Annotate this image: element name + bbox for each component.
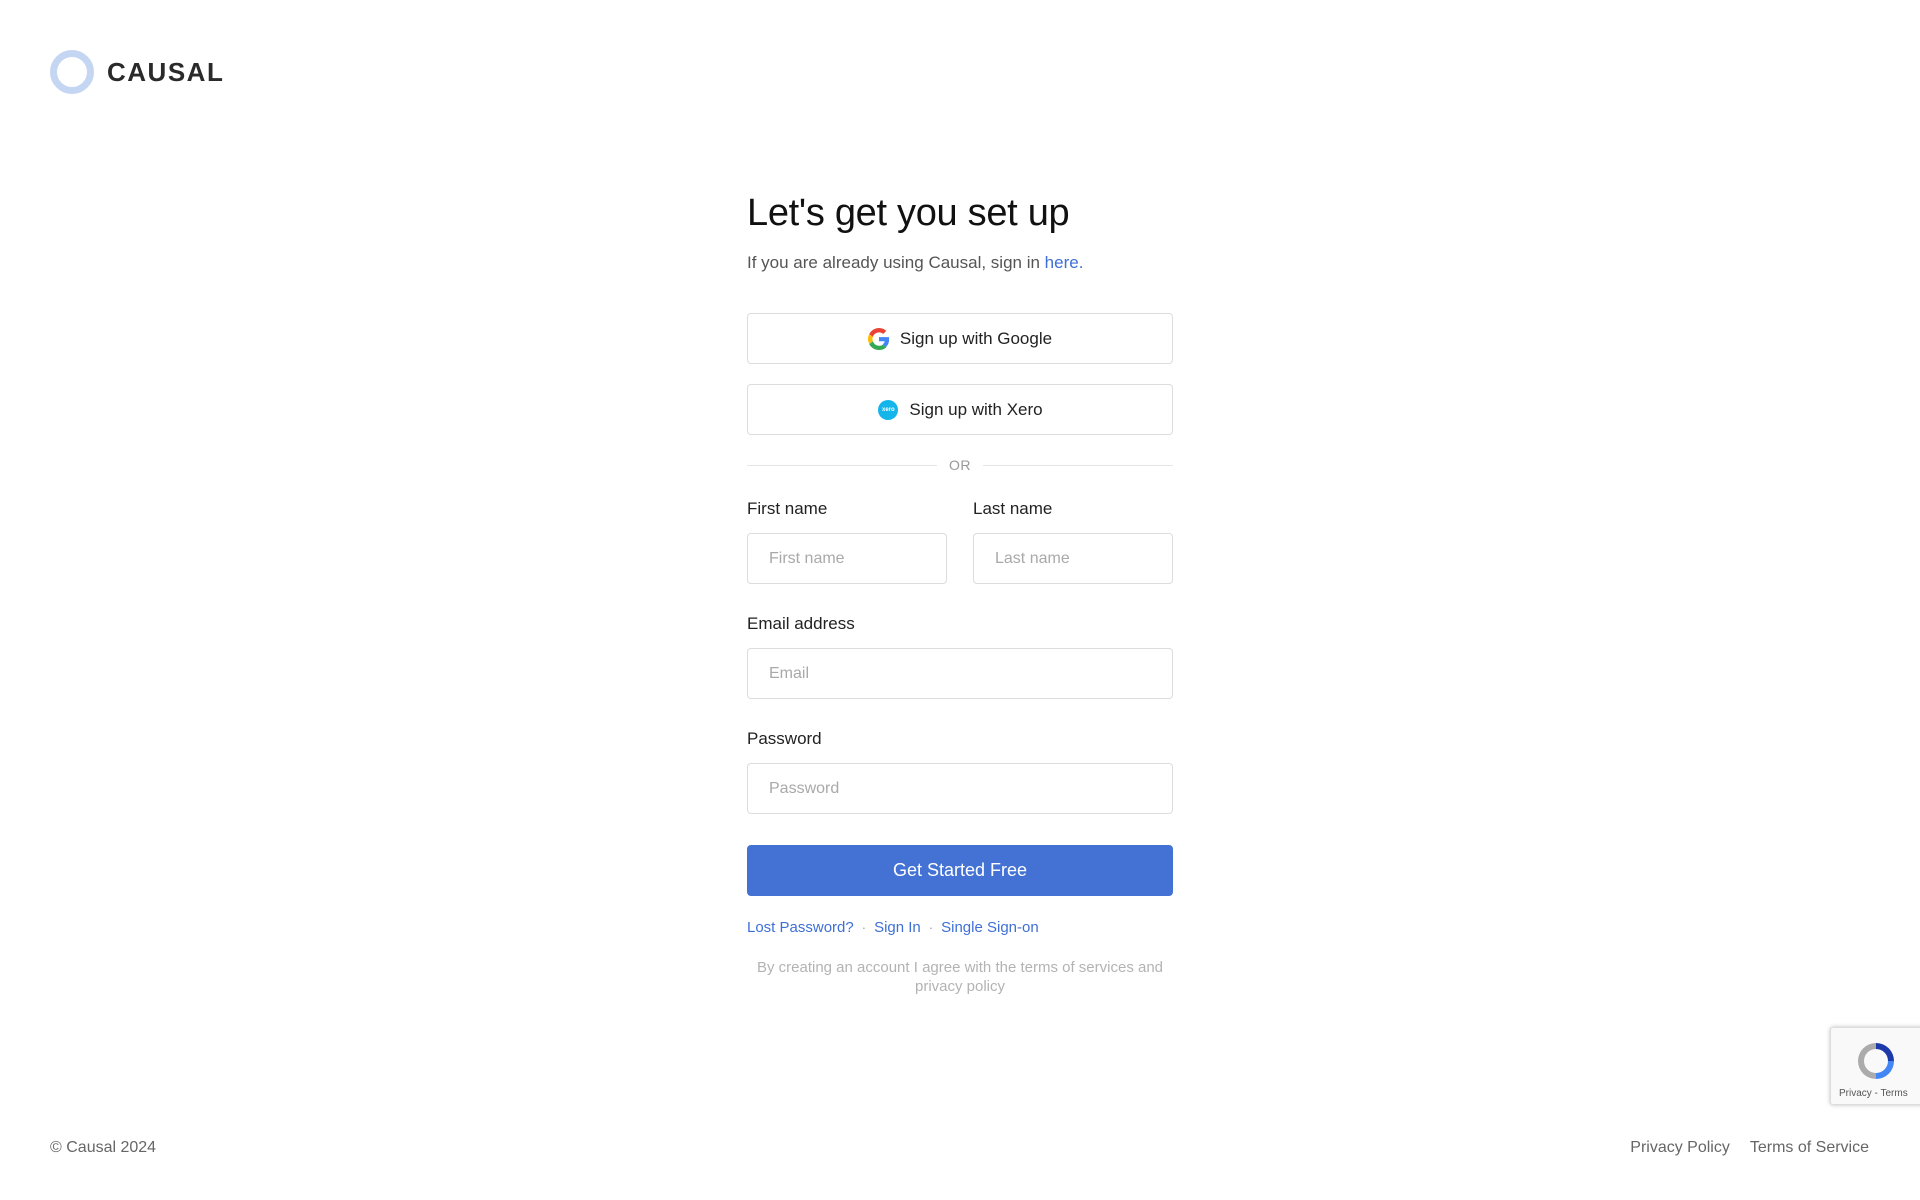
first-name-input[interactable]	[747, 533, 947, 584]
sign-in-link[interactable]: Sign In	[874, 919, 921, 936]
auth-links: Lost Password? · Sign In · Single Sign-o…	[747, 919, 1173, 936]
email-group: Email address	[747, 614, 1173, 699]
google-signup-label: Sign up with Google	[899, 328, 1053, 348]
divider-line-left	[747, 464, 937, 466]
xero-signup-label: Sign up with Xero	[909, 399, 1043, 419]
password-group: Password	[747, 729, 1173, 814]
google-icon	[867, 327, 890, 350]
email-label: Email address	[747, 614, 855, 633]
last-name-input[interactable]	[973, 533, 1173, 584]
link-separator: ·	[928, 920, 934, 935]
divider-line-right	[983, 464, 1173, 466]
subtitle-text: If you are already using Causal, sign in	[747, 253, 1045, 272]
recaptcha-badge[interactable]: Privacy - Terms	[1830, 1027, 1920, 1105]
ring-logo-icon	[50, 50, 94, 94]
email-input[interactable]	[747, 648, 1173, 699]
sign-in-here-link[interactable]: here.	[1045, 253, 1084, 272]
password-label: Password	[747, 729, 822, 748]
xero-icon-text: xero	[878, 399, 899, 420]
link-separator: ·	[861, 920, 867, 935]
divider-label: OR	[949, 457, 971, 473]
name-fields-row: First name Last name	[747, 499, 1173, 584]
brand-name: CAUSAL	[107, 56, 225, 87]
lost-password-link[interactable]: Lost Password?	[747, 919, 854, 936]
first-name-group: First name	[747, 499, 947, 584]
or-divider: OR	[747, 457, 1173, 473]
recaptcha-label: Privacy - Terms	[1839, 1088, 1908, 1099]
recaptcha-icon	[1853, 1038, 1899, 1089]
terms-notice: By creating an account I agree with the …	[756, 959, 1164, 995]
brand-logo[interactable]: CAUSAL	[50, 50, 224, 94]
xero-signup-button[interactable]: xero Sign up with Xero	[747, 384, 1173, 435]
last-name-group: Last name	[973, 499, 1173, 584]
xero-icon: xero	[877, 399, 899, 421]
copyright: © Causal 2024	[50, 1139, 157, 1156]
terms-of-service-link[interactable]: Terms of Service	[1750, 1139, 1869, 1157]
signup-form: Let's get you set up If you are already …	[747, 190, 1173, 996]
get-started-button[interactable]: Get Started Free	[747, 845, 1173, 896]
footer-links: Privacy Policy Terms of Service	[1610, 1139, 1869, 1157]
single-sign-on-link[interactable]: Single Sign-on	[941, 919, 1039, 936]
last-name-label: Last name	[973, 499, 1053, 518]
first-name-label: First name	[747, 499, 828, 518]
privacy-policy-link[interactable]: Privacy Policy	[1630, 1139, 1730, 1157]
password-input[interactable]	[747, 763, 1173, 814]
page-title: Let's get you set up	[747, 192, 1070, 234]
page-subtitle: If you are already using Causal, sign in…	[747, 252, 1173, 274]
google-signup-button[interactable]: Sign up with Google	[747, 313, 1173, 364]
